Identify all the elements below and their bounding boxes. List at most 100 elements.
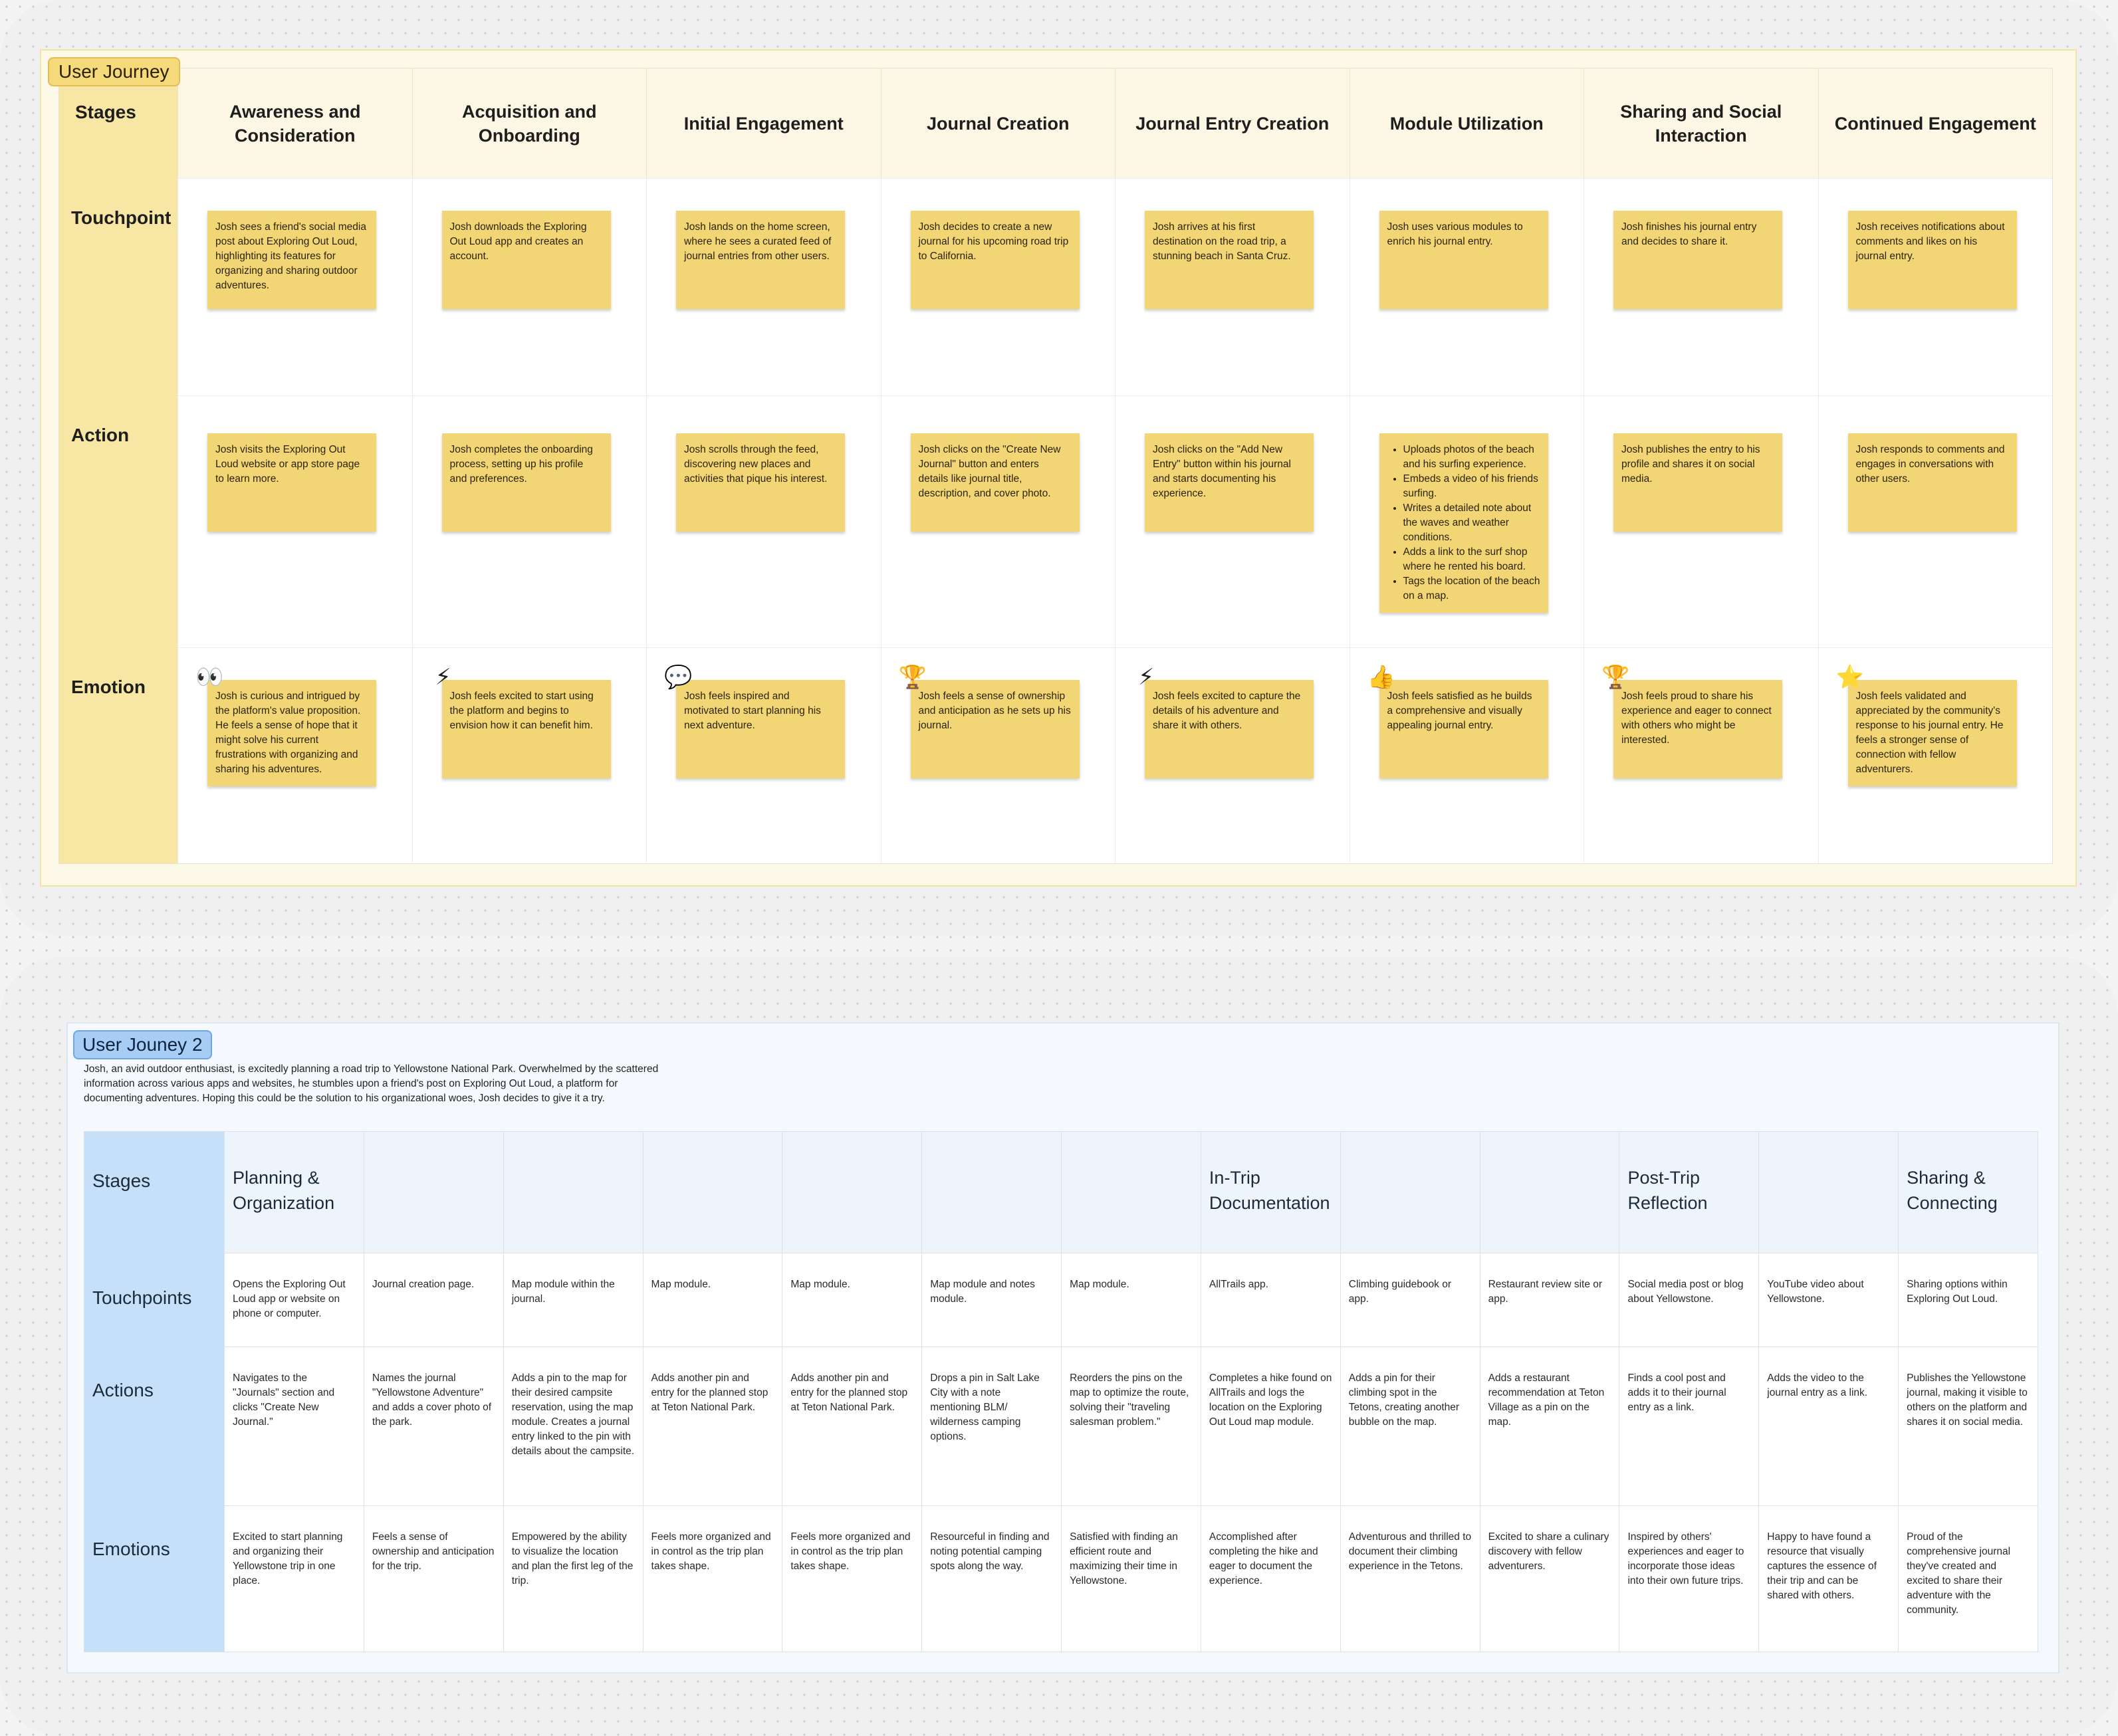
touchpoint-cell: Social media post or blog about Yellowst… — [1619, 1253, 1759, 1347]
row-label-text: Actions — [92, 1380, 154, 1400]
sticky-note[interactable]: Josh visits the Exploring Out Loud websi… — [207, 433, 376, 532]
emotion-cell: Josh feels validated and appreciated by … — [1818, 647, 2052, 863]
stage-header — [1758, 1132, 1899, 1253]
trophy-icon: 🏆 — [1601, 665, 1630, 690]
bullet-item: Tags the location of the beach on a map. — [1403, 574, 1540, 603]
bullet-item: Writes a detailed note about the waves a… — [1403, 501, 1540, 545]
stage-header — [642, 1132, 782, 1253]
row-label-touchpoint: Touchpoint — [59, 178, 177, 395]
journey1-table: Stages Awareness and Consideration Acquisi… — [59, 68, 2053, 864]
emotion-cell: Feels a sense of ownership and anticipat… — [363, 1505, 503, 1652]
emotion-cell: Josh feels a sense of ownership and anti… — [880, 647, 1115, 863]
stage-header: Journal Entry Creation — [1115, 68, 1350, 178]
sticky-note[interactable]: Josh feels proud to share his experience… — [1613, 680, 1782, 778]
stage-header: Sharing & Connecting — [1898, 1132, 2038, 1253]
touchpoint-cell: YouTube video about Yellowstone. — [1758, 1253, 1899, 1347]
sticky-note[interactable]: Josh downloads the Exploring Out Loud ap… — [441, 211, 611, 309]
sticky-note[interactable]: Josh decides to create a new journal for… — [910, 211, 1080, 309]
sticky-note[interactable]: Josh uses various modules to enrich his … — [1379, 211, 1548, 309]
stage-header: Initial Engagement — [646, 68, 881, 178]
touchpoint-cell: Josh finishes his journal entry and deci… — [1584, 178, 1818, 395]
sticky-note[interactable]: Josh publishes the entry to his profile … — [1613, 433, 1782, 532]
stage-header: In-Trip Documentation — [1200, 1132, 1340, 1253]
emotion-cell: Accomplished after completing the hike a… — [1200, 1505, 1340, 1652]
journey2-description[interactable]: Josh, an avid outdoor enthusiast, is exc… — [84, 1062, 669, 1106]
touchpoint-cell: Map module within the journal. — [503, 1253, 643, 1347]
action-cell: Reorders the pins on the map to optimize… — [1061, 1347, 1201, 1505]
stage-header: Continued Engagement — [1818, 68, 2052, 178]
stage-header — [1061, 1132, 1201, 1253]
action-cell: Josh responds to comments and engages in… — [1818, 395, 2052, 647]
sticky-note[interactable]: Josh lands on the home screen, where he … — [676, 211, 845, 309]
row-label-text: Emotions — [92, 1539, 170, 1559]
row-label-text: Touchpoints — [92, 1287, 192, 1308]
action-cell: Uploads photos of the beach and his surf… — [1349, 395, 1584, 647]
eyes-icon: 👀 — [195, 665, 224, 690]
emotion-cell: Satisfied with finding an efficient rout… — [1061, 1505, 1201, 1652]
stage-header: Module Utilization — [1349, 68, 1584, 178]
stage-header: Planning & Organization — [224, 1132, 364, 1253]
sticky-note[interactable]: Josh feels excited to start using the pl… — [441, 680, 611, 778]
emotion-cell: Feels more organized and in control as t… — [642, 1505, 782, 1652]
row-label-text: Stages — [75, 102, 136, 122]
emotion-cell: Proud of the comprehensive journal they'… — [1898, 1505, 2038, 1652]
emotion-cell: Feels more organized and in control as t… — [782, 1505, 922, 1652]
stage-header: Awareness and Consideration — [177, 68, 412, 178]
action-cell: Josh publishes the entry to his profile … — [1584, 395, 1818, 647]
sticky-note[interactable]: Josh is curious and intrigued by the pla… — [207, 680, 376, 786]
sticky-note[interactable]: Josh receives notifications about commen… — [1847, 211, 2017, 309]
action-cell: Josh clicks on the "Create New Journal" … — [880, 395, 1115, 647]
sticky-note[interactable]: Josh feels satisfied as he builds a comp… — [1379, 680, 1548, 778]
sticky-note[interactable]: Josh finishes his journal entry and deci… — [1613, 211, 1782, 309]
stage-header: Sharing and Social Interaction — [1584, 68, 1818, 178]
sticky-note[interactable]: Josh sees a friend's social media post a… — [207, 211, 376, 309]
action-cell: Navigates to the "Journals" section and … — [224, 1347, 364, 1505]
stage-header — [782, 1132, 922, 1253]
sticky-note[interactable]: Josh clicks on the "Add New Entry" butto… — [1145, 433, 1314, 532]
row-label-actions: Actions — [84, 1347, 224, 1505]
sticky-note[interactable]: Josh feels excited to capture the detail… — [1145, 680, 1314, 778]
sticky-note[interactable]: Josh scrolls through the feed, discoveri… — [676, 433, 845, 532]
action-cell: Josh completes the onboarding process, s… — [412, 395, 646, 647]
touchpoint-cell: Sharing options within Exploring Out Lou… — [1898, 1253, 2038, 1347]
sticky-note[interactable]: Josh feels a sense of ownership and anti… — [910, 680, 1080, 778]
stage-header — [1340, 1132, 1480, 1253]
sticky-note[interactable]: Josh clicks on the "Create New Journal" … — [910, 433, 1080, 532]
sticky-note[interactable]: Josh completes the onboarding process, s… — [441, 433, 611, 532]
touchpoint-cell: Josh arrives at his first destination on… — [1115, 178, 1350, 395]
row-label-text: Emotion — [71, 677, 146, 697]
touchpoint-cell: Restaurant review site or app. — [1479, 1253, 1619, 1347]
journey2-table: Stages Planning & Organization In-Trip Doc… — [84, 1131, 2038, 1652]
sticky-note[interactable]: Uploads photos of the beach and his surf… — [1379, 433, 1548, 613]
emotion-cell: Josh feels excited to start using the pl… — [412, 647, 646, 863]
touchpoint-cell: Josh receives notifications about commen… — [1818, 178, 2052, 395]
stage-header — [1479, 1132, 1619, 1253]
trophy-icon: 🏆 — [898, 665, 927, 690]
touchpoint-cell: Journal creation page. — [363, 1253, 503, 1347]
speech-bubble-icon: 💬 — [664, 665, 693, 690]
emotion-cell: Josh is curious and intrigued by the pla… — [177, 647, 412, 863]
row-label-text: Action — [71, 425, 130, 445]
stage-header — [503, 1132, 643, 1253]
touchpoint-cell: Map module. — [1061, 1253, 1201, 1347]
bullet-item: Adds a link to the surf shop where he re… — [1403, 545, 1540, 574]
touchpoint-cell: Josh sees a friend's social media post a… — [177, 178, 412, 395]
touchpoint-cell: AllTrails app. — [1200, 1253, 1340, 1347]
action-cell: Adds a pin for their climbing spot in th… — [1340, 1347, 1480, 1505]
journey1-title[interactable]: User Journey — [48, 57, 180, 86]
journey2-title[interactable]: User Jouney 2 — [73, 1030, 212, 1059]
stage-header: Acquisition and Onboarding — [412, 68, 646, 178]
action-cell: Adds another pin and entry for the plann… — [642, 1347, 782, 1505]
row-label-emotion: Emotion — [59, 647, 177, 863]
emotion-cell: Josh feels proud to share his experience… — [1584, 647, 1818, 863]
lightning-icon: ⚡ — [1138, 665, 1154, 690]
lightning-icon: ⚡ — [435, 665, 451, 690]
sticky-note[interactable]: Josh feels inspired and motivated to sta… — [676, 680, 845, 778]
action-cell: Names the journal "Yellowstone Adventure… — [363, 1347, 503, 1505]
sticky-note[interactable]: Josh feels validated and appreciated by … — [1847, 680, 2017, 786]
sticky-note[interactable]: Josh arrives at his first destination on… — [1145, 211, 1314, 309]
stage-header: Journal Creation — [880, 68, 1115, 178]
sticky-note[interactable]: Josh responds to comments and engages in… — [1847, 433, 2017, 532]
stage-header — [363, 1132, 503, 1253]
emotion-cell: Adventurous and thrilled to document the… — [1340, 1505, 1480, 1652]
